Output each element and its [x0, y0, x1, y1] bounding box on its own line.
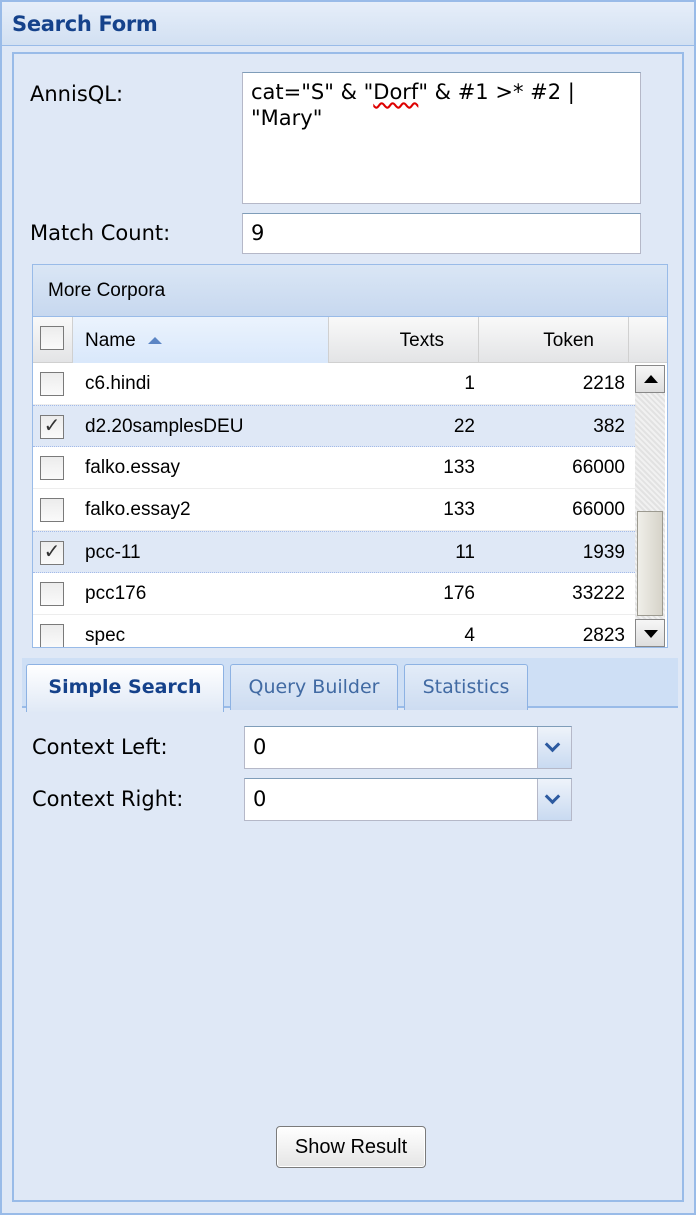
row-checkbox[interactable] — [40, 624, 64, 647]
context-right-value: 0 — [253, 787, 267, 811]
grid-title-bar: More Corpora — [33, 265, 667, 317]
scroll-thumb[interactable] — [637, 511, 663, 616]
tab-statistics[interactable]: Statistics — [404, 664, 528, 710]
annisql-query-input[interactable]: cat="S" & "Dorf" & #1 >* #2 | "Mary" — [242, 72, 641, 204]
table-row[interactable]: c6.hindi 1 2218 — [33, 363, 635, 405]
tab-simple-search[interactable]: Simple Search — [26, 664, 224, 712]
grid-scrollbar[interactable] — [635, 365, 665, 647]
table-row[interactable]: falko.essay2 133 66000 — [33, 489, 635, 531]
column-header-token[interactable]: Token — [479, 317, 629, 363]
row-checkbox[interactable]: ✓ — [40, 541, 64, 565]
arrow-up-icon — [644, 375, 658, 383]
column-header-name-label: Name — [85, 330, 136, 351]
search-form-panel: Search Form AnnisQL: cat="S" & "Dorf" & … — [0, 0, 696, 1215]
chevron-down-icon — [544, 788, 561, 805]
scroll-down-button[interactable] — [635, 619, 665, 647]
table-row[interactable]: falko.essay 133 66000 — [33, 447, 635, 489]
column-header-name[interactable]: Name — [73, 317, 329, 363]
context-left-label: Context Left: — [32, 735, 168, 759]
context-left-value: 0 — [253, 735, 267, 759]
cell-token: 33222 — [572, 583, 625, 604]
context-left-select[interactable]: 0 — [244, 726, 572, 769]
column-header-texts-label: Texts — [399, 330, 444, 351]
grid-header: Name Texts Token — [33, 317, 667, 363]
cell-token: 382 — [593, 416, 625, 437]
arrow-down-icon — [644, 630, 658, 638]
query-text-part: cat="S" & " — [251, 80, 374, 104]
cell-token: 66000 — [572, 499, 625, 520]
row-checkbox[interactable] — [40, 582, 64, 606]
cell-texts: 1 — [464, 373, 475, 394]
sort-ascending-icon — [148, 337, 162, 344]
select-all-checkbox[interactable] — [40, 326, 64, 350]
row-checkbox[interactable] — [40, 456, 64, 480]
cell-name: pcc176 — [85, 583, 147, 604]
context-right-dropdown-trigger[interactable] — [537, 779, 571, 820]
cell-token: 2823 — [582, 625, 625, 646]
cell-name: c6.hindi — [85, 373, 151, 394]
cell-texts: 133 — [443, 499, 475, 520]
cell-texts: 22 — [453, 416, 475, 437]
context-right-label: Context Right: — [32, 787, 184, 811]
select-all-column — [33, 317, 73, 363]
column-header-token-label: Token — [543, 330, 594, 351]
chevron-down-icon — [544, 736, 561, 753]
cell-name: pcc-11 — [85, 542, 141, 563]
context-right-select[interactable]: 0 — [244, 778, 572, 821]
corpora-grid: More Corpora Name Texts Token c6.hindi 1 2… — [32, 264, 668, 648]
cell-texts: 4 — [464, 625, 475, 646]
match-count-label: Match Count: — [30, 221, 171, 245]
panel-header: Search Form — [2, 2, 694, 46]
grid-title: More Corpora — [48, 280, 166, 301]
row-checkbox[interactable] — [40, 372, 64, 396]
query-text-misspelled: Dorf — [373, 80, 419, 104]
cell-token: 66000 — [572, 457, 625, 478]
cell-name: spec — [85, 625, 126, 646]
column-header-texts[interactable]: Texts — [329, 317, 479, 363]
scroll-up-button[interactable] — [635, 365, 665, 393]
cell-name: falko.essay — [85, 457, 181, 478]
table-row[interactable]: pcc176 176 33222 — [33, 573, 635, 615]
context-left-dropdown-trigger[interactable] — [537, 727, 571, 768]
tab-query-builder[interactable]: Query Builder — [230, 664, 398, 710]
cell-token: 2218 — [582, 373, 625, 394]
match-count-input[interactable]: 9 — [242, 213, 641, 254]
panel-title: Search Form — [12, 12, 158, 36]
annisql-label: AnnisQL: — [30, 82, 124, 106]
table-row[interactable]: ✓ d2.20samplesDEU 22 382 — [33, 405, 635, 447]
search-tabs: Simple Search Query Builder Statistics — [22, 658, 678, 712]
table-row[interactable]: ✓ pcc-11 11 1939 — [33, 531, 635, 573]
cell-texts: 11 — [455, 542, 475, 563]
cell-texts: 176 — [443, 583, 475, 604]
table-row[interactable]: spec 4 2823 — [33, 615, 635, 647]
row-checkbox[interactable] — [40, 498, 64, 522]
cell-texts: 133 — [443, 457, 475, 478]
row-checkbox[interactable]: ✓ — [40, 415, 64, 439]
cell-token: 1939 — [582, 542, 625, 563]
cell-name: falko.essay2 — [85, 499, 191, 520]
cell-name: d2.20samplesDEU — [85, 416, 244, 437]
show-result-button[interactable]: Show Result — [276, 1126, 426, 1168]
